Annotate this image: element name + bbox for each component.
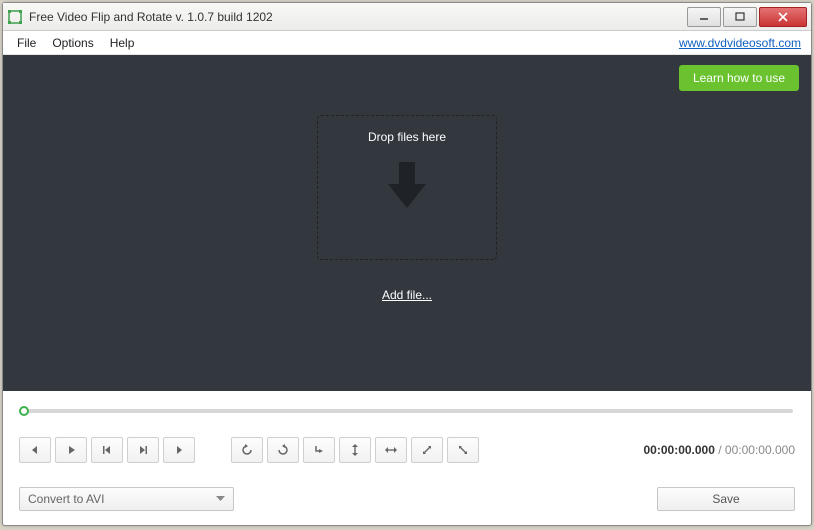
app-icon [7,9,23,25]
rotate-ccw-button[interactable] [231,437,263,463]
seek-track-line [21,409,793,413]
titlebar: Free Video Flip and Rotate v. 1.0.7 buil… [3,3,811,31]
controls-row: 00:00:00.000 / 00:00:00.000 [3,423,811,469]
site-link[interactable]: www.dvdvideosoft.com [679,36,805,50]
drop-label: Drop files here [368,130,446,144]
app-window: Free Video Flip and Rotate v. 1.0.7 buil… [2,2,812,526]
timeline [3,391,811,423]
format-selected-label: Convert to AVI [28,492,104,506]
seek-track[interactable] [19,405,795,415]
minimize-button[interactable] [687,7,721,27]
window-controls [687,7,807,27]
playback-controls [19,437,195,463]
current-time: 00:00:00.000 [644,443,715,457]
flip-diagonal-2-button[interactable] [447,437,479,463]
drop-zone[interactable]: Drop files here [317,115,497,260]
total-time: 00:00:00.000 [725,443,795,457]
flip-diagonal-1-button[interactable] [411,437,443,463]
window-title: Free Video Flip and Rotate v. 1.0.7 buil… [29,10,687,24]
menubar: File Options Help www.dvdvideosoft.com [3,31,811,55]
go-end-button[interactable] [127,437,159,463]
down-arrow-icon [384,158,430,214]
output-format-select[interactable]: Convert to AVI [19,487,234,511]
play-button[interactable] [55,437,87,463]
seek-handle[interactable] [19,406,29,416]
go-start-button[interactable] [91,437,123,463]
transform-controls [231,437,479,463]
chevron-down-icon [216,496,225,502]
flip-horizontal-button[interactable] [375,437,407,463]
rotate-cw-button[interactable] [267,437,299,463]
learn-how-to-use-button[interactable]: Learn how to use [679,65,799,91]
next-frame-button[interactable] [163,437,195,463]
flip-vertical-button[interactable] [339,437,371,463]
prev-frame-button[interactable] [19,437,51,463]
rotate-180-button[interactable] [303,437,335,463]
maximize-button[interactable] [723,7,757,27]
bottom-row: Convert to AVI Save [3,469,811,525]
time-display: 00:00:00.000 / 00:00:00.000 [644,443,796,457]
menu-file[interactable]: File [9,33,44,53]
add-file-link[interactable]: Add file... [382,288,432,302]
save-button[interactable]: Save [657,487,795,511]
menu-options[interactable]: Options [44,33,101,53]
preview-area: Learn how to use Drop files here Add fil… [3,55,811,391]
time-separator: / [718,443,721,457]
close-button[interactable] [759,7,807,27]
menu-help[interactable]: Help [102,33,143,53]
